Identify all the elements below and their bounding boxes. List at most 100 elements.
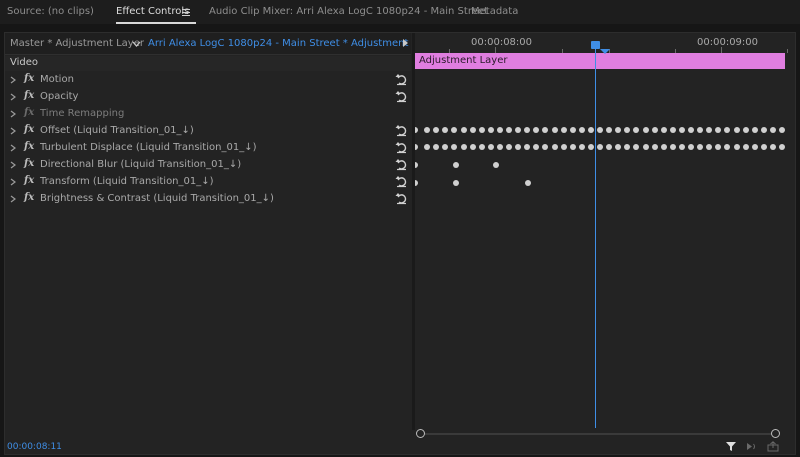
keyframe[interactable] — [597, 144, 603, 150]
keyframe[interactable] — [451, 127, 458, 133]
keyframe[interactable] — [751, 144, 758, 150]
keyframe[interactable] — [633, 144, 640, 150]
adjustment-layer-clip[interactable]: Adjustment Layer — [415, 53, 785, 69]
keyframe[interactable] — [453, 180, 459, 186]
keyframe[interactable] — [415, 180, 418, 186]
keyframe[interactable] — [415, 144, 418, 150]
keyframe[interactable] — [433, 144, 440, 150]
reset-parameter-icon[interactable] — [395, 73, 408, 86]
keyframe[interactable] — [460, 144, 467, 150]
keyframe[interactable] — [506, 144, 512, 150]
keyframe[interactable] — [506, 127, 512, 133]
keyframe[interactable] — [706, 127, 713, 133]
keyframe[interactable] — [542, 127, 549, 133]
master-clip-label[interactable]: Master * Adjustment Layer — [10, 38, 144, 49]
keyframe[interactable] — [569, 144, 576, 150]
keyframe[interactable] — [469, 127, 476, 133]
effect-row-opacity[interactable]: fx Opacity — [5, 89, 411, 106]
timeline-zoom-scrollbar[interactable] — [415, 428, 785, 440]
fx-badge-icon[interactable]: fx — [24, 192, 34, 203]
keyframe[interactable] — [642, 127, 649, 133]
reset-parameter-icon[interactable] — [395, 141, 408, 154]
keyframe[interactable] — [624, 127, 631, 133]
keyframe[interactable] — [678, 144, 685, 150]
keyframe[interactable] — [496, 144, 503, 150]
expand-chevron-icon[interactable] — [10, 161, 16, 169]
tab-audio-clip-mixer[interactable]: Audio Clip Mixer: Arri Alexa LogC 1080p2… — [209, 6, 488, 17]
keyframe[interactable] — [706, 144, 713, 150]
reset-parameter-icon[interactable] — [395, 192, 408, 205]
keyframe[interactable] — [688, 127, 694, 133]
keyframe[interactable] — [424, 144, 431, 150]
keyframe[interactable] — [733, 144, 740, 150]
play-audio-icon[interactable] — [745, 441, 757, 452]
expand-chevron-icon[interactable] — [10, 178, 16, 186]
keyframe[interactable] — [478, 144, 485, 150]
keyframe[interactable] — [533, 127, 540, 133]
keyframe[interactable] — [742, 127, 749, 133]
keyframe[interactable] — [660, 144, 667, 150]
playhead-handle[interactable] — [591, 41, 600, 49]
keyframe[interactable] — [760, 127, 767, 133]
reset-parameter-icon[interactable] — [395, 90, 408, 103]
keyframe[interactable] — [697, 127, 704, 133]
panel-menu-icon[interactable] — [182, 9, 190, 16]
fx-badge-icon[interactable]: fx — [24, 90, 34, 101]
keyframe[interactable] — [615, 144, 622, 150]
keyframe[interactable] — [660, 127, 667, 133]
effect-row-brightness-contrast[interactable]: fx Brightness & Contrast (Liquid Transit… — [5, 191, 411, 208]
keyframe[interactable] — [433, 127, 440, 133]
keyframe[interactable] — [578, 144, 585, 150]
keyframe[interactable] — [606, 144, 613, 150]
keyframe[interactable] — [724, 144, 731, 150]
keyframe[interactable] — [442, 144, 449, 150]
keyframe[interactable] — [524, 127, 531, 133]
keyframe[interactable] — [615, 127, 622, 133]
keyframe[interactable] — [515, 127, 522, 133]
keyframe[interactable] — [633, 127, 640, 133]
keyframe[interactable] — [769, 127, 776, 133]
effect-row-turbulent-displace[interactable]: fx Turbulent Displace (Liquid Transition… — [5, 140, 411, 157]
keyframe[interactable] — [715, 144, 722, 150]
keyframe[interactable] — [478, 127, 485, 133]
current-timecode[interactable]: 00:00:08:11 — [7, 442, 62, 452]
keyframe[interactable] — [624, 144, 631, 150]
keyframe[interactable] — [760, 144, 767, 150]
reset-parameter-icon[interactable] — [395, 124, 408, 137]
pane-divider[interactable] — [412, 33, 415, 430]
keyframe[interactable] — [542, 144, 549, 150]
tab-metadata[interactable]: Metadata — [471, 6, 518, 17]
keyframe[interactable] — [487, 144, 494, 150]
chevron-down-icon[interactable] — [132, 39, 141, 49]
keyframe[interactable] — [525, 180, 531, 186]
keyframe[interactable] — [742, 144, 749, 150]
scrollbar-end-handle[interactable] — [771, 429, 780, 438]
expand-chevron-icon[interactable] — [10, 195, 16, 203]
keyframe[interactable] — [451, 144, 458, 150]
keyframe[interactable] — [651, 144, 658, 150]
keyframe[interactable] — [469, 144, 476, 150]
scrollbar-track[interactable] — [421, 433, 773, 435]
fx-badge-icon[interactable]: fx — [24, 73, 34, 84]
sequence-clip-label[interactable]: Arri Alexa LogC 1080p24 - Main Street * … — [148, 38, 439, 49]
keyframe[interactable] — [669, 144, 676, 150]
filter-icon[interactable] — [725, 441, 737, 452]
keyframe[interactable] — [453, 162, 459, 168]
expand-chevron-icon[interactable] — [10, 93, 16, 101]
keyframe[interactable] — [779, 144, 785, 150]
expand-chevron-icon[interactable] — [10, 110, 16, 118]
keyframe[interactable] — [769, 144, 776, 150]
keyframe[interactable] — [442, 127, 449, 133]
keyframe[interactable] — [551, 127, 558, 133]
tab-effect-controls[interactable]: Effect Controls — [116, 6, 189, 17]
keyframe[interactable] — [496, 127, 503, 133]
keyframe[interactable] — [569, 127, 576, 133]
keyframe[interactable] — [724, 127, 731, 133]
keyframe[interactable] — [779, 127, 785, 133]
keyframe[interactable] — [587, 127, 594, 133]
keyframe[interactable] — [487, 127, 494, 133]
scrollbar-start-handle[interactable] — [416, 429, 425, 438]
fx-badge-icon[interactable]: fx — [24, 175, 34, 186]
keyframe[interactable] — [578, 127, 585, 133]
export-icon[interactable] — [767, 441, 779, 452]
